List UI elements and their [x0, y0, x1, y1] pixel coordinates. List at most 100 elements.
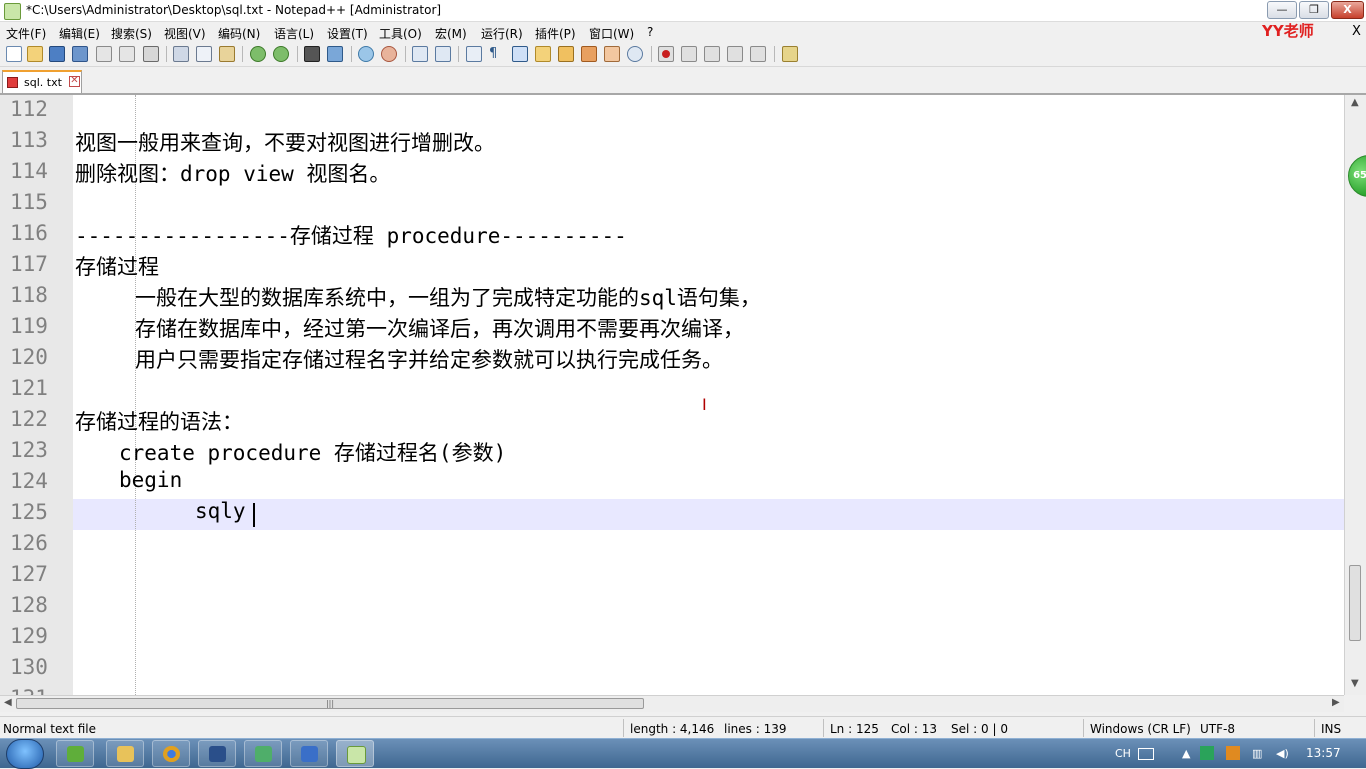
- play-macro-icon[interactable]: [704, 46, 720, 62]
- find-icon[interactable]: [304, 46, 320, 62]
- scroll-left-arrow-icon[interactable]: ◀: [4, 697, 12, 708]
- tab-close-icon[interactable]: ✕: [69, 76, 80, 87]
- show-hidden-icons-icon[interactable]: ▲: [1182, 747, 1190, 760]
- maximize-button[interactable]: ❐: [1299, 1, 1329, 19]
- sync-horizontal-icon[interactable]: [435, 46, 451, 62]
- show-all-characters-icon[interactable]: ¶: [489, 46, 505, 62]
- close-file-icon[interactable]: [96, 46, 112, 62]
- copy-icon[interactable]: [196, 46, 212, 62]
- tray-app-icon[interactable]: [1200, 746, 1214, 760]
- zoom-out-icon[interactable]: [381, 46, 397, 62]
- line-number: 119: [10, 314, 48, 338]
- menu-settings[interactable]: 设置(T): [327, 25, 368, 42]
- scroll-down-arrow-icon[interactable]: ▼: [1351, 678, 1359, 689]
- cut-icon[interactable]: [173, 46, 189, 62]
- line-number: 125: [10, 500, 48, 524]
- close-all-icon[interactable]: [119, 46, 135, 62]
- status-separator: [623, 719, 624, 737]
- close-document-button[interactable]: X: [1352, 24, 1361, 39]
- tray-input-icon[interactable]: [1226, 746, 1240, 760]
- menu-plugins[interactable]: 插件(P): [535, 25, 576, 42]
- editor-line: 120 用户只需要指定存储过程名字并给定参数就可以执行完成任务。: [0, 343, 1344, 374]
- vertical-scroll-thumb[interactable]: [1349, 565, 1361, 641]
- word-wrap-icon[interactable]: [466, 46, 482, 62]
- notepad-plus-plus-app-icon: [4, 3, 21, 20]
- menu-view[interactable]: 视图(V): [164, 25, 206, 42]
- editor-line: 114 删除视图：drop view 视图名。: [0, 157, 1344, 188]
- editor-line: 127: [0, 560, 1344, 591]
- horizontal-scroll-thumb[interactable]: |||: [16, 698, 644, 709]
- taskbar-app-360[interactable]: [56, 740, 94, 767]
- folder-workspace-icon[interactable]: [604, 46, 620, 62]
- scroll-up-arrow-icon[interactable]: ▲: [1351, 97, 1359, 108]
- save-all-icon[interactable]: [72, 46, 88, 62]
- taskbar-app-notepad-plus-plus[interactable]: [336, 740, 374, 767]
- line-number: 123: [10, 438, 48, 462]
- scroll-right-arrow-icon[interactable]: ▶: [1332, 697, 1340, 708]
- toolbar-separator: [351, 46, 352, 62]
- line-number: 130: [10, 655, 48, 679]
- editor-line: 130: [0, 653, 1344, 684]
- function-list-icon[interactable]: [558, 46, 574, 62]
- status-encoding[interactable]: UTF-8: [1200, 722, 1235, 736]
- status-separator: [1314, 719, 1315, 737]
- doc-map-icon[interactable]: [581, 46, 597, 62]
- taskbar-clock[interactable]: 13:57: [1306, 746, 1341, 760]
- menu-encoding[interactable]: 编码(N): [218, 25, 260, 42]
- print-icon[interactable]: [143, 46, 159, 62]
- line-number: 124: [10, 469, 48, 493]
- keyboard-icon[interactable]: [1138, 748, 1154, 760]
- start-button-windows-icon[interactable]: [6, 739, 44, 769]
- paste-icon[interactable]: [219, 46, 235, 62]
- language-icon[interactable]: [535, 46, 551, 62]
- editor-line: 115: [0, 188, 1344, 219]
- tab-sql-txt[interactable]: sql. txt ✕: [2, 70, 82, 93]
- menu-help[interactable]: ?: [647, 25, 653, 39]
- line-text: sqly: [195, 499, 246, 523]
- taskbar-app-shield[interactable]: [290, 740, 328, 767]
- new-file-icon[interactable]: [6, 46, 22, 62]
- indent-guide-icon[interactable]: [512, 46, 528, 62]
- editor-line: 113 视图一般用来查询，不要对视图进行增删改。: [0, 126, 1344, 157]
- redo-icon[interactable]: [273, 46, 289, 62]
- menu-file[interactable]: 文件(F): [6, 25, 46, 42]
- taskbar-app-explorer[interactable]: [106, 740, 144, 767]
- menu-search[interactable]: 搜索(S): [111, 25, 152, 42]
- minimize-button[interactable]: —: [1267, 1, 1297, 19]
- play-multiple-macro-icon[interactable]: [727, 46, 743, 62]
- plugin-icon[interactable]: [782, 46, 798, 62]
- menu-language[interactable]: 语言(L): [274, 25, 314, 42]
- network-icon[interactable]: ▥: [1252, 747, 1262, 760]
- tray-language[interactable]: CH: [1115, 747, 1131, 760]
- save-macro-icon[interactable]: [750, 46, 766, 62]
- status-length: length : 4,146: [630, 722, 715, 736]
- taskbar-app-chrome[interactable]: [152, 740, 190, 767]
- replace-icon[interactable]: [327, 46, 343, 62]
- zoom-in-icon[interactable]: [358, 46, 374, 62]
- close-button[interactable]: X: [1331, 1, 1364, 19]
- status-eol[interactable]: Windows (CR LF): [1090, 722, 1191, 736]
- toolbar-separator: [405, 46, 406, 62]
- open-file-icon[interactable]: [27, 46, 43, 62]
- menu-edit[interactable]: 编辑(E): [59, 25, 100, 42]
- line-number: 121: [10, 376, 48, 400]
- volume-icon[interactable]: ◀): [1276, 747, 1289, 760]
- menu-run[interactable]: 运行(R): [481, 25, 523, 42]
- taskbar-app-recycle[interactable]: [244, 740, 282, 767]
- horizontal-scrollbar[interactable]: ◀ ||| ▶: [0, 695, 1344, 712]
- save-icon[interactable]: [49, 46, 65, 62]
- menu-tools[interactable]: 工具(O): [379, 25, 422, 42]
- line-number: 116: [10, 221, 48, 245]
- monitoring-icon[interactable]: [627, 46, 643, 62]
- shield-icon: [301, 746, 318, 762]
- status-insert-mode[interactable]: INS: [1321, 722, 1341, 736]
- sync-vertical-icon[interactable]: [412, 46, 428, 62]
- menu-window[interactable]: 窗口(W): [589, 25, 634, 42]
- undo-icon[interactable]: [250, 46, 266, 62]
- stop-macro-icon[interactable]: [681, 46, 697, 62]
- taskbar-app-media[interactable]: [198, 740, 236, 767]
- editor-area[interactable]: 112 113 视图一般用来查询，不要对视图进行增删改。 114 删除视图：dr…: [0, 95, 1344, 695]
- editor-line-current: 125 sqly: [0, 498, 1344, 529]
- record-macro-icon[interactable]: [658, 46, 674, 62]
- menu-macro[interactable]: 宏(M): [435, 25, 467, 42]
